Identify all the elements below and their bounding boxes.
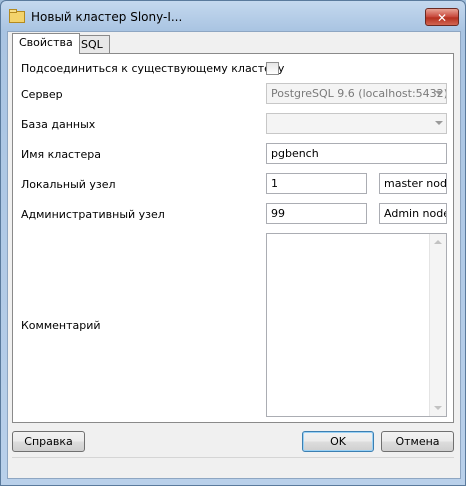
dialog-window: Новый кластер Slony-I... ✕ Свойства SQL … <box>0 0 466 486</box>
server-select[interactable]: PostgreSQL 9.6 (localhost:5432) <box>266 83 447 104</box>
local-node-label: Локальный узел <box>21 178 116 191</box>
title-bar[interactable]: Новый кластер Slony-I... ✕ <box>1 1 465 31</box>
window-title: Новый кластер Slony-I... <box>31 10 183 24</box>
help-button[interactable]: Справка <box>12 431 85 452</box>
ok-button[interactable]: OK <box>302 431 374 452</box>
database-select[interactable] <box>266 113 447 134</box>
admin-node-id-value: 99 <box>271 207 285 220</box>
database-label: База данных <box>21 118 96 131</box>
admin-node-id-input[interactable]: 99 <box>266 203 367 224</box>
comment-textarea[interactable] <box>266 233 447 417</box>
cluster-name-label: Имя кластера <box>21 148 102 161</box>
tab-sql-label: SQL <box>81 38 103 51</box>
admin-node-label: Административный узел <box>21 208 165 221</box>
local-node-id-input[interactable]: 1 <box>266 173 367 194</box>
close-icon: ✕ <box>436 11 448 25</box>
comment-label: Комментарий <box>21 319 101 332</box>
connect-existing-label: Подсоединиться к существующему кластеру <box>21 62 285 75</box>
cancel-button[interactable]: Отмена <box>381 431 454 452</box>
chevron-down-icon <box>435 91 443 95</box>
dialog-client-area: Свойства SQL Подсоединиться к существующ… <box>7 31 461 479</box>
status-bar <box>12 457 454 478</box>
ok-button-label: OK <box>330 435 346 448</box>
tab-properties[interactable]: Свойства <box>12 33 80 54</box>
scroll-down-icon[interactable] <box>434 406 442 410</box>
connect-existing-checkbox[interactable] <box>266 62 279 75</box>
help-button-label: Справка <box>24 435 73 448</box>
server-label: Сервер <box>21 88 63 101</box>
local-node-name-value: master node <box>384 177 447 190</box>
local-node-id-value: 1 <box>271 177 278 190</box>
admin-node-name-value: Admin node <box>384 207 447 220</box>
close-button[interactable]: ✕ <box>425 8 459 26</box>
scroll-up-icon[interactable] <box>434 240 442 244</box>
folder-icon <box>9 9 25 23</box>
tab-properties-label: Свойства <box>19 36 73 49</box>
properties-panel: Подсоединиться к существующему кластеру … <box>12 53 454 423</box>
admin-node-name-input[interactable]: Admin node <box>379 203 447 224</box>
local-node-name-input[interactable]: master node <box>379 173 447 194</box>
cluster-name-value: pgbench <box>271 147 319 160</box>
cancel-button-label: Отмена <box>395 435 440 448</box>
cluster-name-input[interactable]: pgbench <box>266 143 447 164</box>
comment-scrollbar[interactable] <box>429 234 446 416</box>
chevron-down-icon <box>435 121 443 125</box>
server-select-value: PostgreSQL 9.6 (localhost:5432) <box>271 87 447 100</box>
